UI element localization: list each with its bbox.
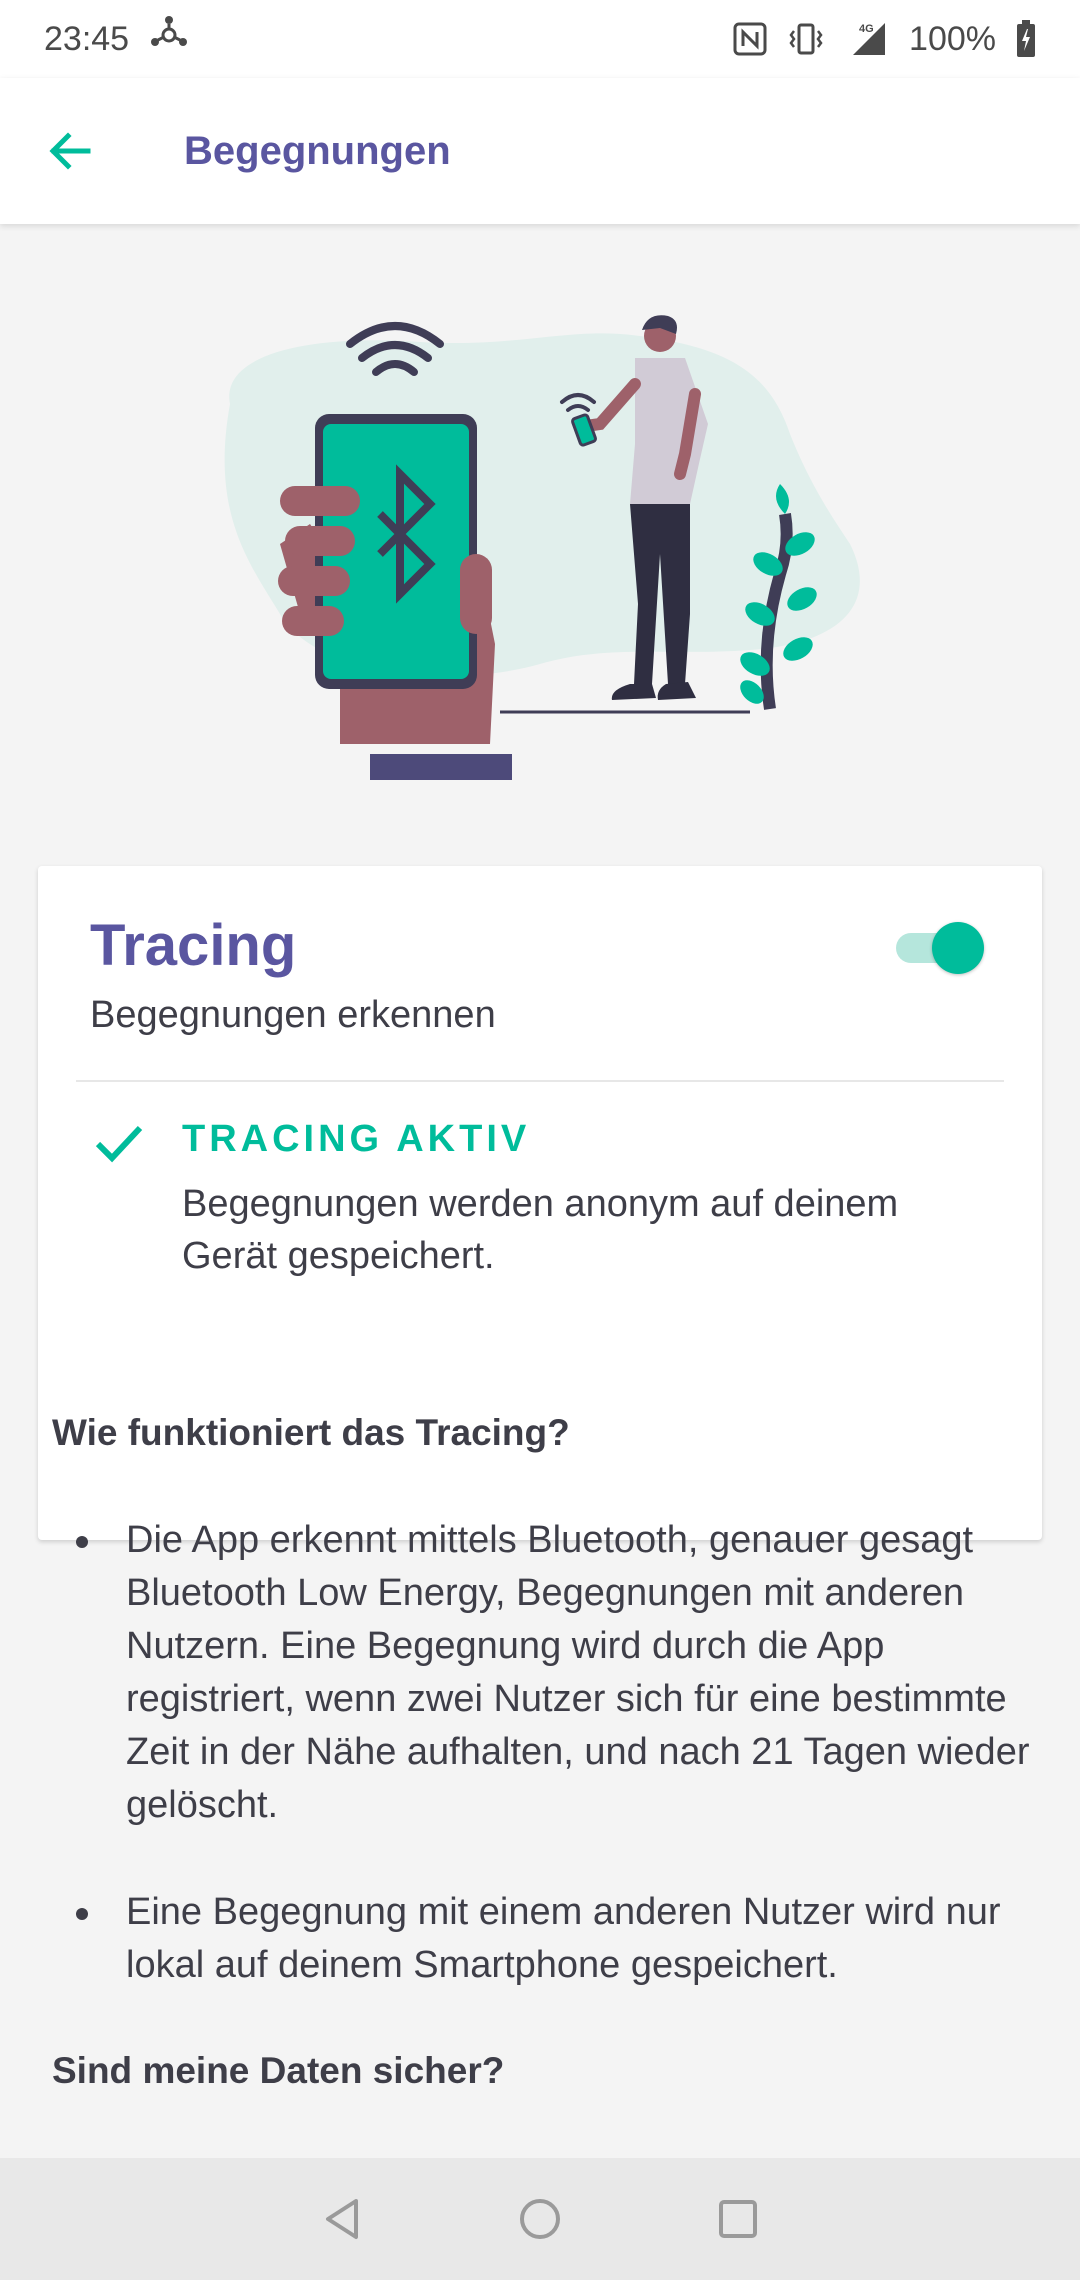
divider <box>76 1080 1004 1082</box>
vibrate-icon <box>787 22 825 56</box>
battery-text: 100% <box>909 19 996 58</box>
bullet-list: Eine Begegnung mit einem anderen Nutzer … <box>52 1886 1032 1992</box>
list-item: Eine Begegnung mit einem anderen Nutzer … <box>52 1886 1032 1992</box>
bullet-dot <box>76 1908 88 1920</box>
list-item-text: Eine Begegnung mit einem anderen Nutzer … <box>126 1891 1001 1986</box>
bullet-dot <box>76 1536 88 1548</box>
section-heading-how-it-works: Wie funktioniert das Tracing? <box>52 1412 570 1453</box>
signal-icon: 4G <box>845 21 889 57</box>
network-type: 4G <box>859 23 874 35</box>
status-bar: 23:45 4G 100% <box>0 0 1080 78</box>
nav-back-icon[interactable] <box>318 2195 366 2243</box>
list-item-text: Die App erkennt mittels Bluetooth, genau… <box>126 1519 1030 1826</box>
system-nav-bar <box>0 2158 1080 2280</box>
toggle-thumb <box>932 922 984 974</box>
section-heading-data-security: Sind meine Daten sicher? <box>52 2050 505 2091</box>
card-subtitle: Begegnungen erkennen <box>90 994 496 1036</box>
battery-charging-icon <box>1016 20 1036 58</box>
status-time: 23:45 <box>44 19 130 58</box>
main-content[interactable]: Tracing Begegnungen erkennen TRACING AKT… <box>0 224 1080 2158</box>
page-title: Begegnungen <box>184 128 451 173</box>
app-bar: Begegnungen <box>0 78 1080 224</box>
back-button[interactable] <box>0 78 140 224</box>
tracing-status-text: Begegnungen werden anonym auf deinem Ger… <box>182 1183 899 1277</box>
nav-home-icon[interactable] <box>516 2195 564 2243</box>
nfc-icon <box>733 22 767 56</box>
arrow-left-icon <box>49 132 91 170</box>
hub-icon <box>149 15 189 64</box>
card-title: Tracing <box>90 913 297 978</box>
tracing-illustration <box>224 315 860 780</box>
list-item: Die App erkennt mittels Bluetooth, genau… <box>52 1514 1032 1832</box>
tracing-toggle[interactable] <box>896 920 984 974</box>
check-icon <box>95 1125 143 1163</box>
bullet-list: Die App erkennt mittels Bluetooth, genau… <box>52 1514 1032 1832</box>
nav-recents-icon[interactable] <box>714 2195 762 2243</box>
tracing-status-heading: TRACING AKTIV <box>182 1118 531 1160</box>
